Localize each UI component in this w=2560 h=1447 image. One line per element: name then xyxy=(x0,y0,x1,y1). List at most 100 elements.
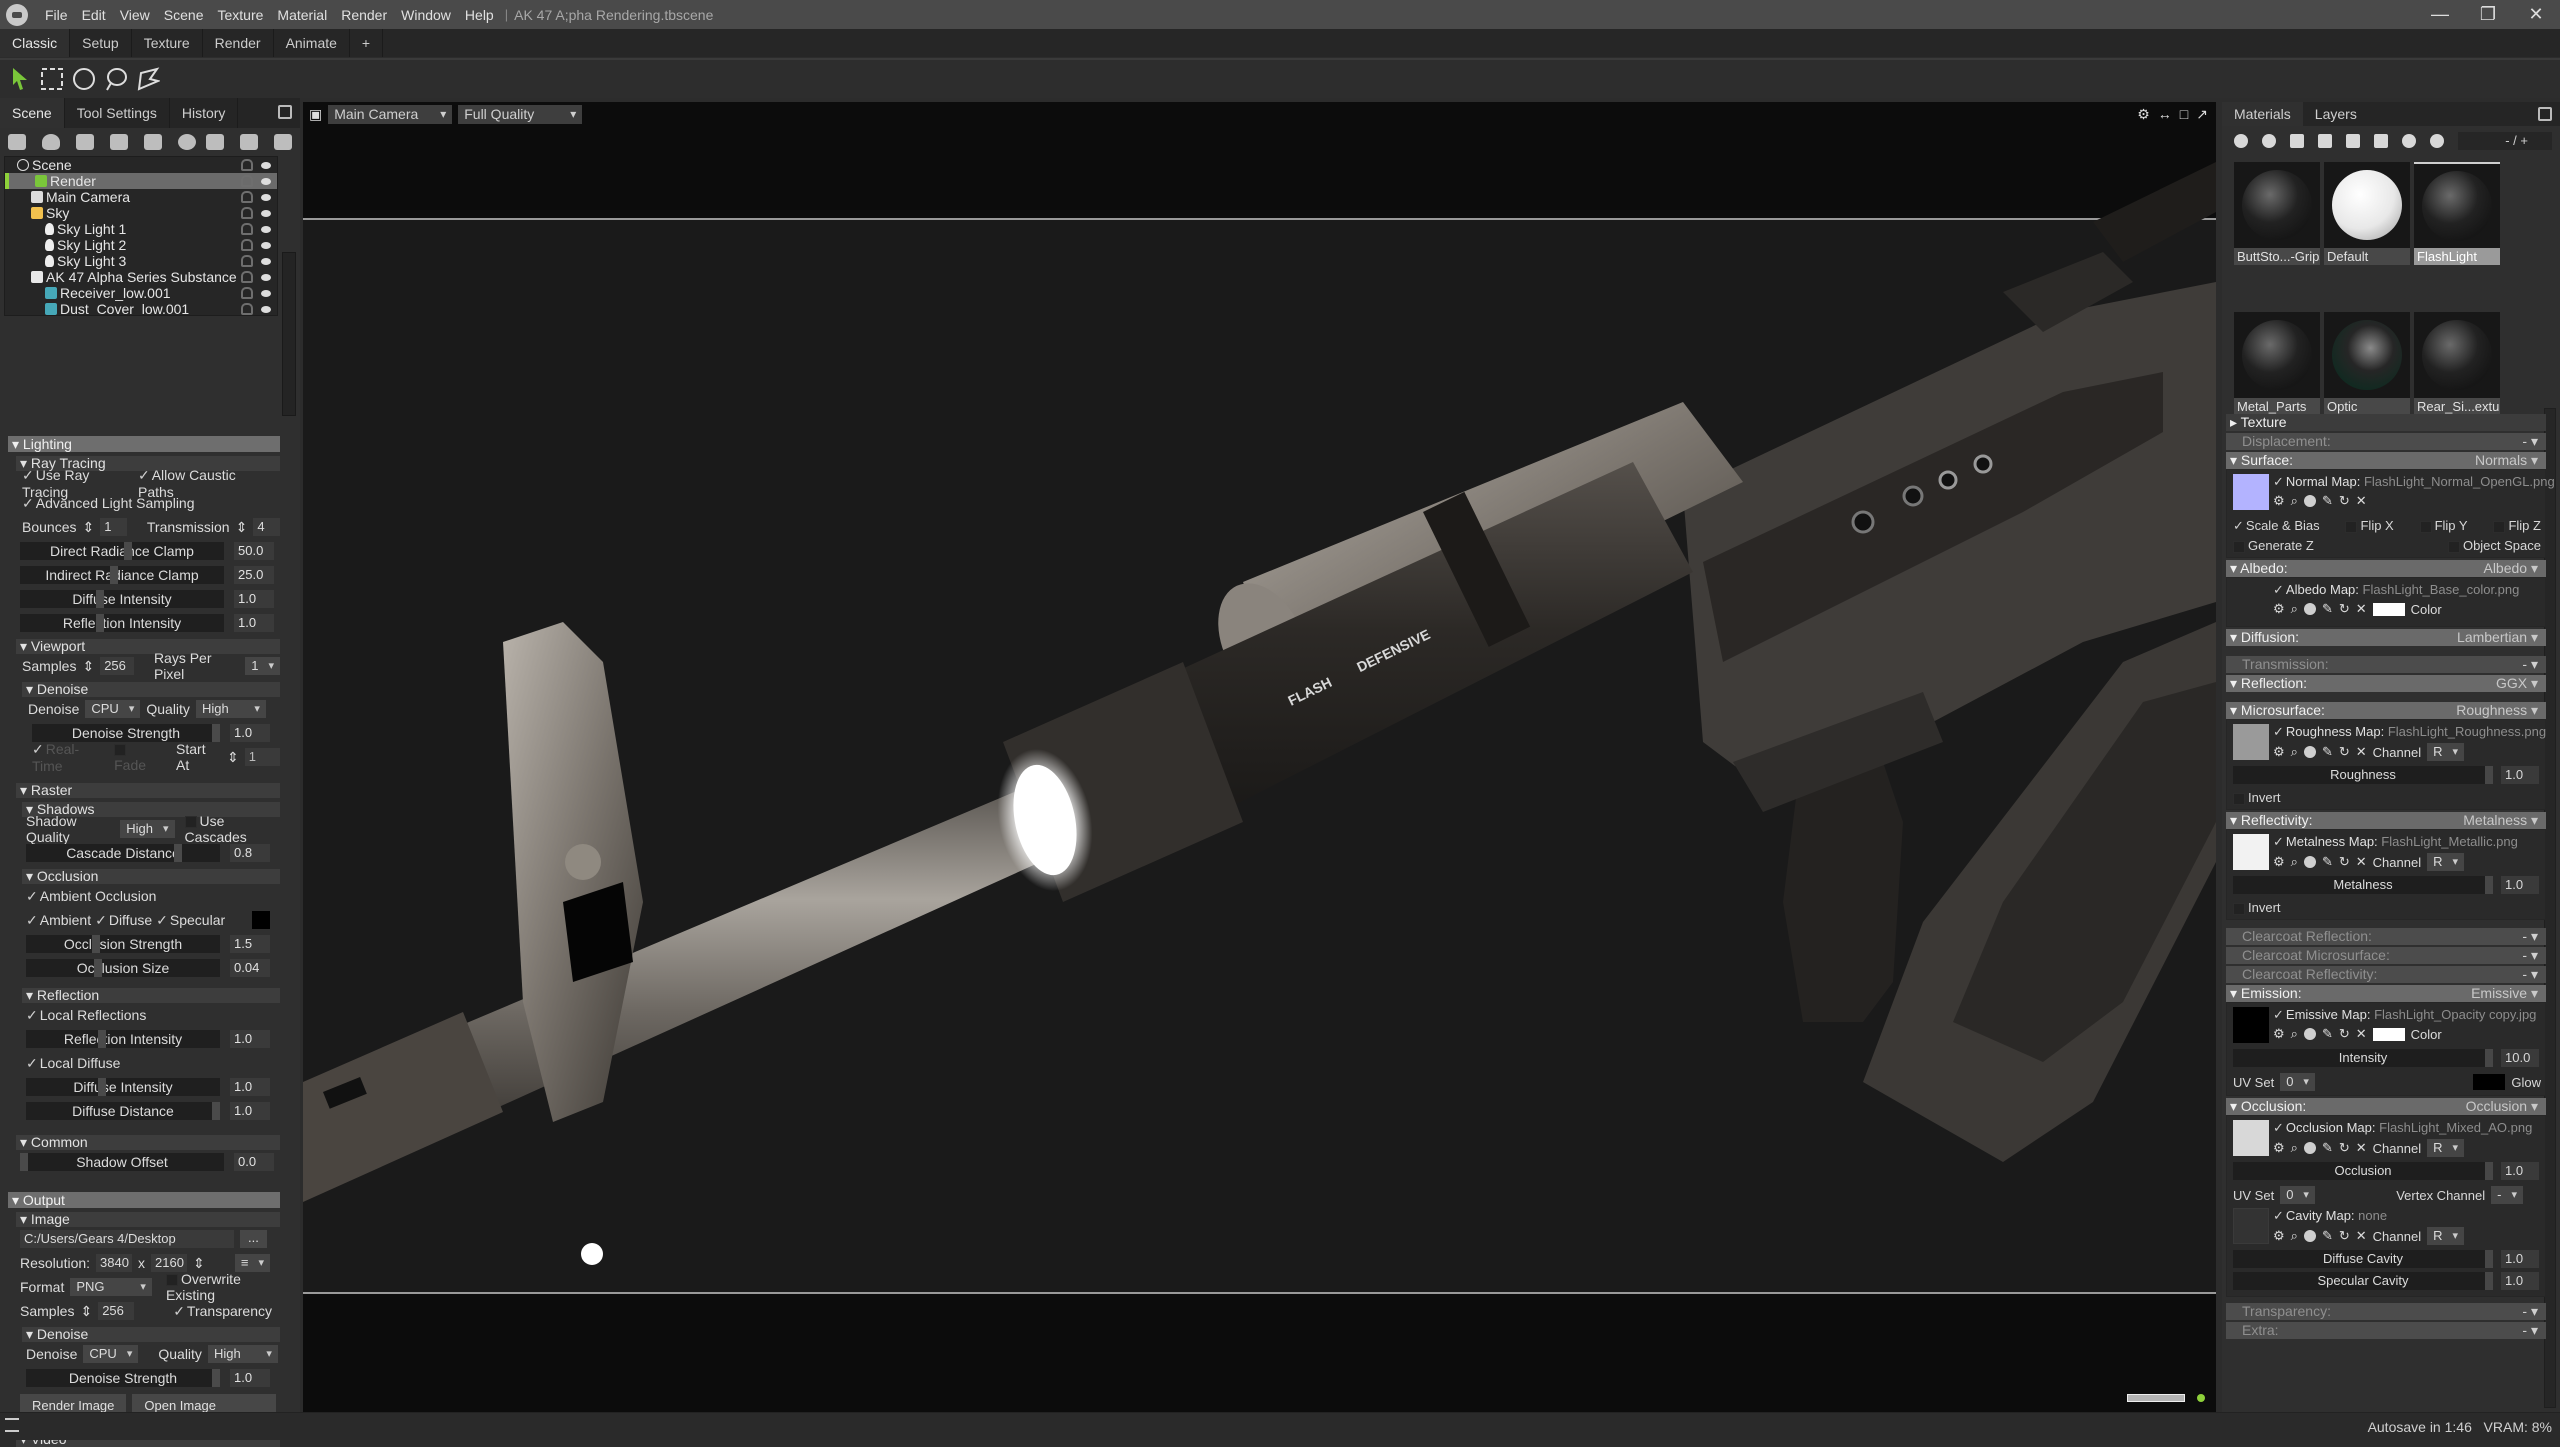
gear-icon[interactable]: ⚙ xyxy=(2273,601,2285,617)
browse-button[interactable]: ... xyxy=(240,1230,267,1248)
metalness-channel-dropdown[interactable]: R xyxy=(2427,853,2465,871)
visibility-eye-icon[interactable] xyxy=(261,178,271,185)
roughness-input[interactable]: 1.0 xyxy=(2501,766,2539,784)
occlusion-input[interactable]: 1.0 xyxy=(2501,1162,2539,1180)
extra-section[interactable]: Extra: - ▾ xyxy=(2226,1322,2546,1339)
tab-classic[interactable]: Classic xyxy=(0,29,71,57)
diffuse-checkbox[interactable]: Diffuse xyxy=(95,912,152,929)
minimize-button[interactable]: — xyxy=(2416,0,2464,29)
shadow-quality-dropdown[interactable]: High xyxy=(120,820,175,838)
metalness-slider[interactable]: Metalness xyxy=(2233,876,2493,894)
lighting-slider[interactable]: Diffuse Intensity xyxy=(20,590,224,608)
occlusion-channel-dropdown[interactable]: R xyxy=(2427,1139,2465,1157)
gear-icon[interactable]: ⚙ xyxy=(2273,1140,2285,1156)
duplicate-material-icon[interactable] xyxy=(2262,134,2276,148)
lock-icon[interactable] xyxy=(241,159,253,171)
close-button[interactable]: ✕ xyxy=(2512,0,2560,29)
transparency-checkbox[interactable]: Transparency xyxy=(173,1303,272,1320)
clear-icon[interactable]: ✕ xyxy=(2356,1140,2367,1156)
ambient-occlusion-checkbox[interactable]: Ambient Occlusion xyxy=(26,888,157,905)
magnify-icon[interactable]: ⌕ xyxy=(2291,1026,2298,1042)
resolution-height-input[interactable]: 2160 xyxy=(151,1254,188,1272)
lock-icon[interactable] xyxy=(241,271,253,283)
viewport-popout-icon[interactable]: ↗ xyxy=(2196,106,2208,123)
pencil-icon[interactable]: ✎ xyxy=(2322,1140,2333,1156)
cascade-distance-slider[interactable]: Cascade Distance xyxy=(26,844,220,862)
lock-icon[interactable] xyxy=(241,255,253,267)
emissive-uv-dropdown[interactable]: 0 xyxy=(2280,1073,2315,1091)
reload-icon[interactable]: ↻ xyxy=(2339,1140,2350,1156)
clear-icon[interactable]: ✕ xyxy=(2356,1228,2367,1244)
flip-x-checkbox[interactable]: Flip X xyxy=(2345,518,2393,534)
menu-render[interactable]: Render xyxy=(334,7,394,23)
viewport-settings-icon[interactable]: ⚙ xyxy=(2137,106,2150,123)
clear-icon[interactable]: ✕ xyxy=(2356,493,2367,509)
tab-animate[interactable]: Animate xyxy=(274,29,350,57)
menu-window[interactable]: Window xyxy=(394,7,458,23)
duplicate-icon[interactable] xyxy=(240,134,258,150)
visibility-eye-icon[interactable] xyxy=(261,226,271,233)
sphere-preview-icon[interactable] xyxy=(2303,495,2316,507)
folder-icon[interactable] xyxy=(206,134,224,150)
sphere-preview-icon[interactable] xyxy=(2303,603,2316,615)
add-object-icon[interactable] xyxy=(8,134,26,150)
lock-icon[interactable] xyxy=(241,287,253,299)
clear-icon[interactable]: ✕ xyxy=(2356,601,2367,617)
section-reflection[interactable]: ▾ Reflection xyxy=(22,988,280,1003)
lock-icon[interactable] xyxy=(241,207,253,219)
roughness-map-checkbox[interactable]: Roughness Map: xyxy=(2273,724,2384,739)
tab-history[interactable]: History xyxy=(170,98,239,128)
reload-icon[interactable]: ↻ xyxy=(2339,1026,2350,1042)
section-output[interactable]: ▾ Output xyxy=(8,1192,280,1208)
lighting-slider[interactable]: Reflection Intensity xyxy=(20,614,224,632)
lock-icon[interactable] xyxy=(241,239,253,251)
magnify-icon[interactable]: ⌕ xyxy=(2291,493,2298,509)
clearcoat-microsurface-section[interactable]: Clearcoat Microsurface: - ▾ xyxy=(2226,947,2546,964)
visibility-eye-icon[interactable] xyxy=(261,258,271,265)
output-samples-input[interactable]: 256 xyxy=(98,1302,135,1320)
transmission-input[interactable]: 4 xyxy=(253,518,280,536)
pencil-icon[interactable]: ✎ xyxy=(2322,493,2333,509)
local-reflections-checkbox[interactable]: Local Reflections xyxy=(26,1007,147,1024)
output-denoise-strength-input[interactable]: 1.0 xyxy=(230,1369,270,1387)
reflection-section[interactable]: ▾ Reflection: GGX ▾ xyxy=(2226,675,2546,692)
gear-icon[interactable]: ⚙ xyxy=(2273,493,2285,509)
menu-help[interactable]: Help xyxy=(458,7,501,23)
fade-checkbox[interactable]: Fade xyxy=(114,741,160,773)
menu-view[interactable]: View xyxy=(113,7,157,23)
format-dropdown[interactable]: PNG xyxy=(70,1278,152,1296)
add-tab-button[interactable]: + xyxy=(350,29,384,57)
occlusion-strength-slider[interactable]: Occlusion Strength xyxy=(26,935,220,953)
lock-icon[interactable] xyxy=(241,303,253,315)
roughness-channel-dropdown[interactable]: R xyxy=(2427,743,2465,761)
add-shape-icon[interactable] xyxy=(144,134,162,150)
diffusion-section[interactable]: ▾ Diffusion: Lambertian ▾ xyxy=(2226,629,2546,646)
clearcoat-reflectivity-section[interactable]: Clearcoat Reflectivity: - ▾ xyxy=(2226,966,2546,983)
texture-section[interactable]: ▸ Texture xyxy=(2226,414,2546,431)
visibility-eye-icon[interactable] xyxy=(261,194,271,201)
pencil-icon[interactable]: ✎ xyxy=(2322,854,2333,870)
tree-item[interactable]: Sky xyxy=(5,205,277,221)
pencil-icon[interactable]: ✎ xyxy=(2322,601,2333,617)
section-lighting[interactable]: ▾ Lighting xyxy=(8,436,280,452)
surface-section[interactable]: ▾ Surface: Normals ▾ xyxy=(2226,452,2546,469)
object-space-checkbox[interactable]: Object Space xyxy=(2448,538,2541,553)
ambient-checkbox[interactable]: Ambient xyxy=(26,912,91,929)
output-quality-dropdown[interactable]: High xyxy=(207,1345,278,1363)
tree-item[interactable]: Scene xyxy=(5,157,277,173)
quality-dropdown[interactable]: High xyxy=(195,700,266,718)
lock-icon[interactable] xyxy=(241,175,253,187)
occlusion-size-input[interactable]: 0.04 xyxy=(230,959,270,977)
emissive-color-swatch[interactable] xyxy=(2372,1027,2405,1041)
restore-button[interactable]: ❐ xyxy=(2464,0,2512,29)
cascade-distance-input[interactable]: 0.8 xyxy=(230,844,270,862)
cavity-channel-dropdown[interactable]: R xyxy=(2427,1227,2465,1245)
camera-dropdown[interactable]: Main Camera xyxy=(328,104,453,124)
transparency-section[interactable]: Transparency: - ▾ xyxy=(2226,1303,2546,1320)
visibility-eye-icon[interactable] xyxy=(261,274,271,281)
albedo-map-thumbnail[interactable] xyxy=(2233,582,2269,618)
section-viewport[interactable]: ▾ Viewport xyxy=(16,639,280,654)
visibility-eye-icon[interactable] xyxy=(261,162,271,169)
local-diffuse-checkbox[interactable]: Local Diffuse xyxy=(26,1055,121,1072)
tree-item[interactable]: Sky Light 3 xyxy=(5,253,277,269)
